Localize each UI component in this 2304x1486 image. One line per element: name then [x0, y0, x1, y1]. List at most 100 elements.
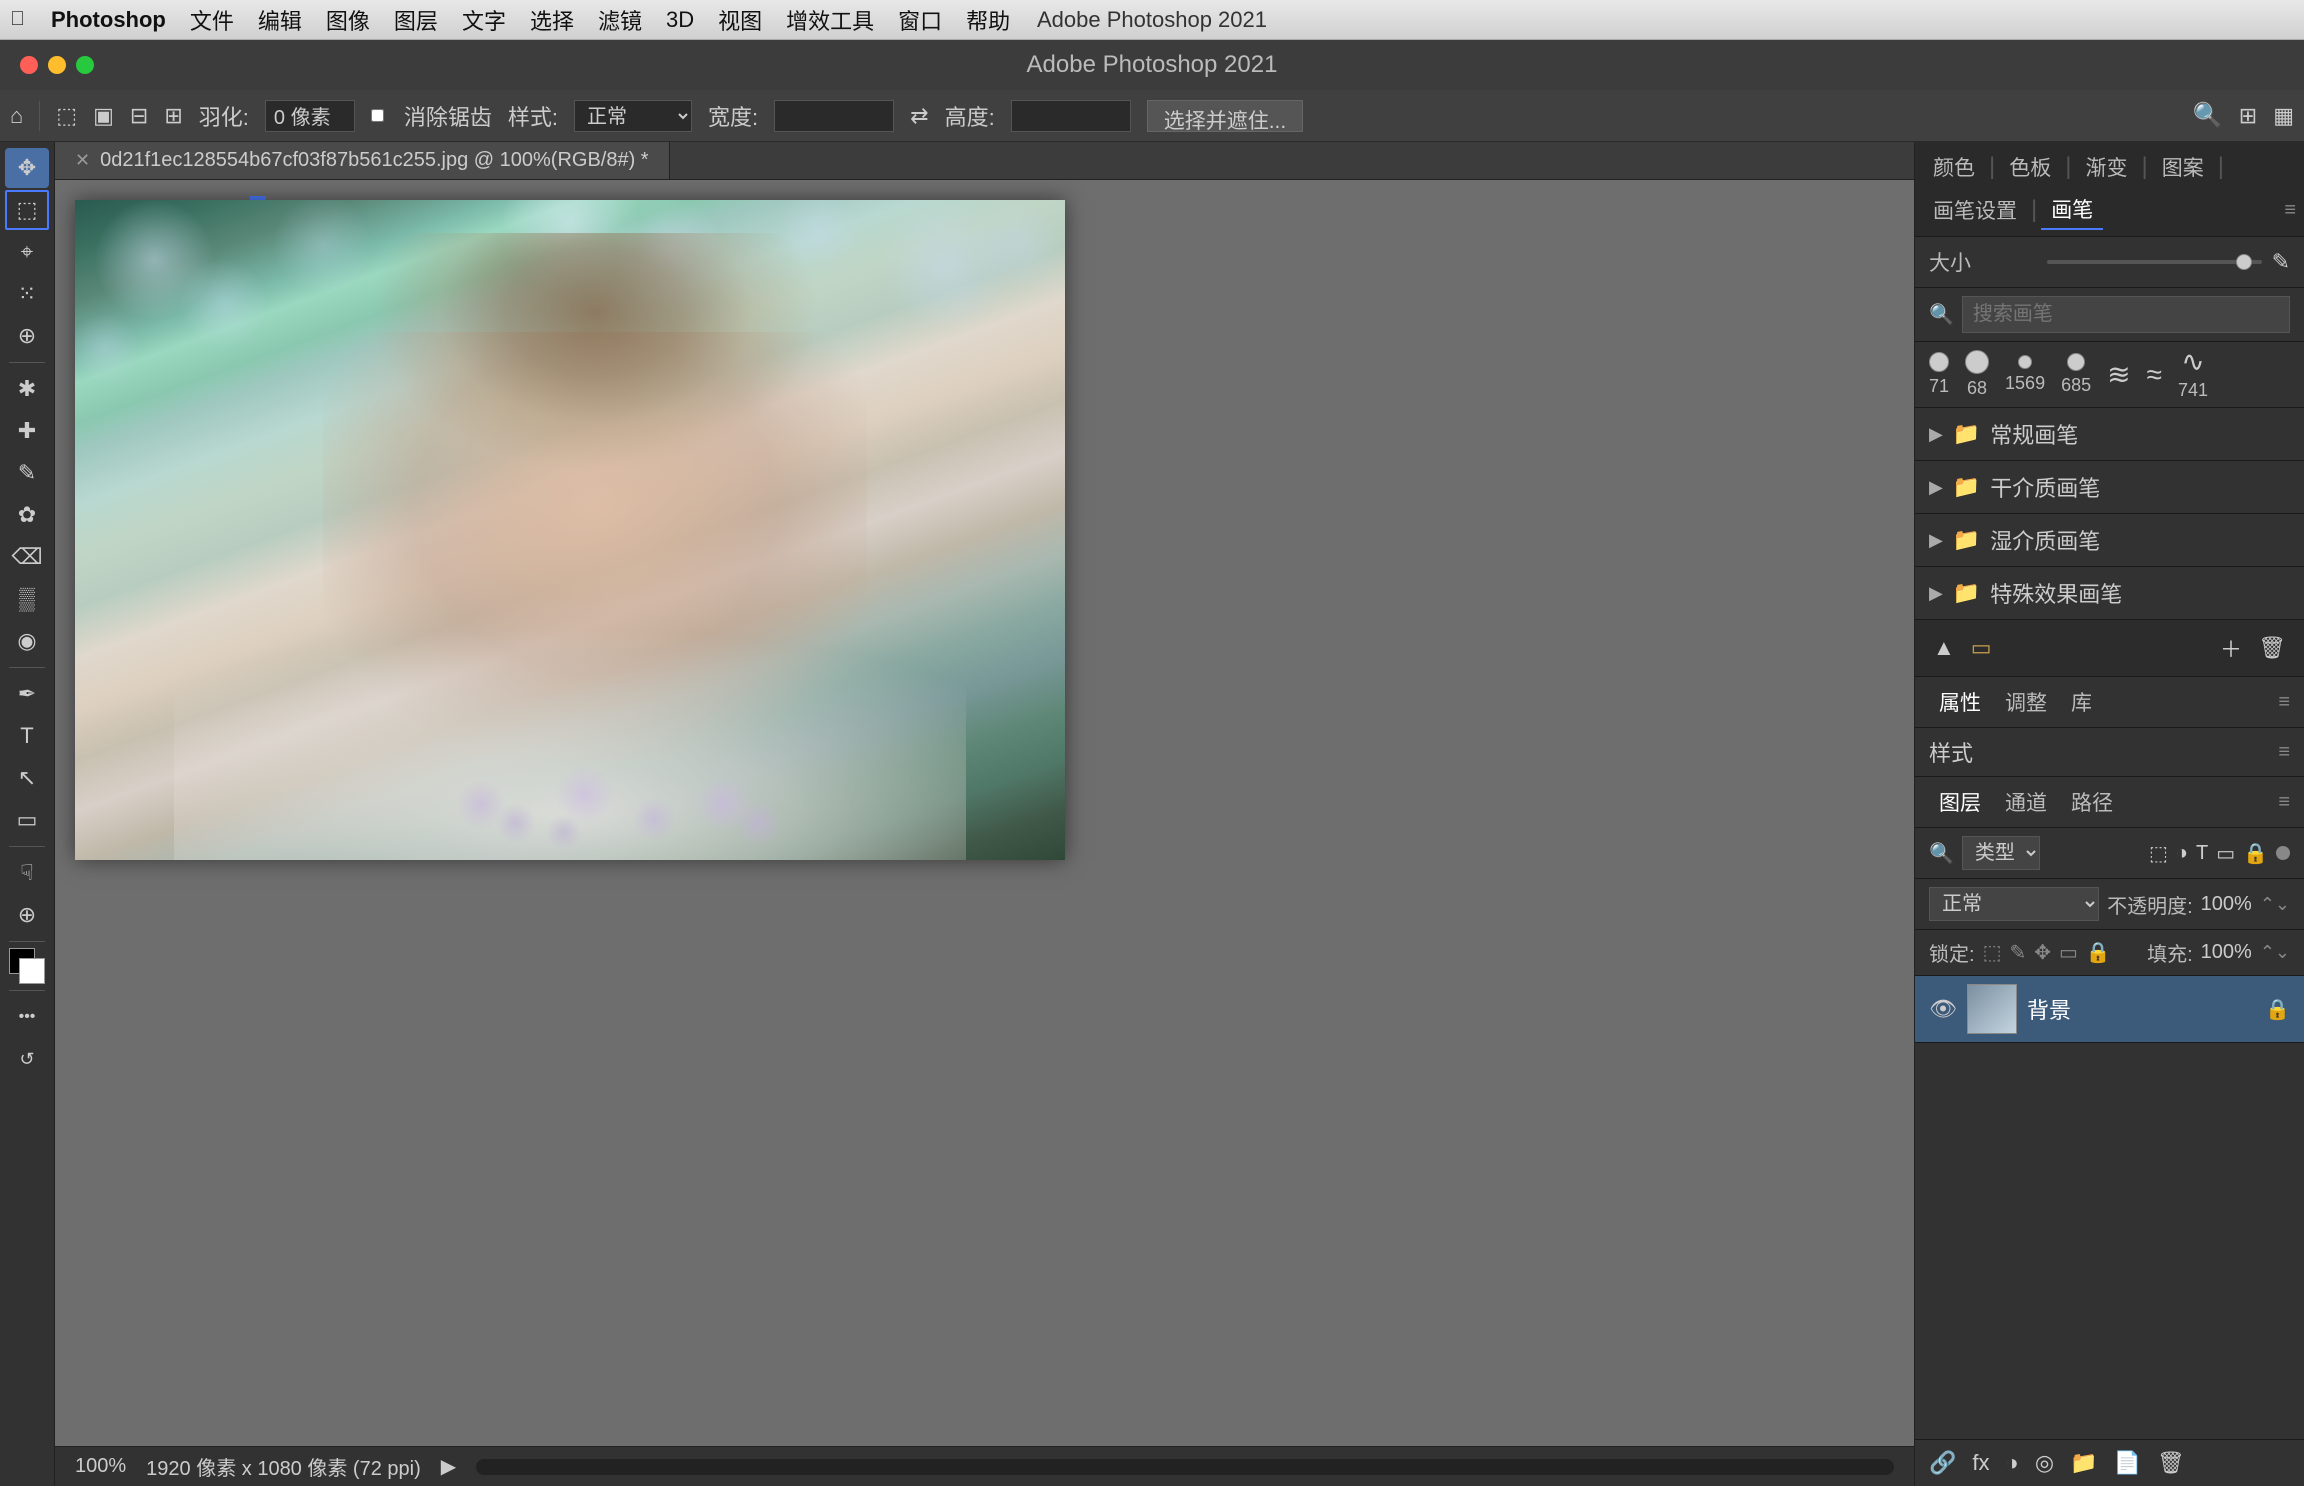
brush-cat-wet[interactable]: ▶ 📁 湿介质画笔 — [1915, 514, 2304, 567]
tool-dodge[interactable]: ◉ — [5, 621, 49, 661]
filter-pixel-icon[interactable]: ⬚ — [2149, 841, 2168, 866]
brush-size-thumb[interactable] — [2236, 254, 2252, 270]
lock-brush-icon[interactable]: ✎ — [2009, 940, 2026, 965]
filter-type-icon[interactable]: T — [2196, 842, 2208, 865]
tab-libraries[interactable]: 库 — [2061, 683, 2102, 721]
tool-heal[interactable]: ✚ — [5, 411, 49, 451]
new-group-icon[interactable]: 📁 — [2070, 1450, 2097, 1476]
tab-properties[interactable]: 属性 — [1929, 683, 1991, 721]
height-input[interactable] — [1011, 100, 1131, 132]
status-expand-icon[interactable]: ▶ — [441, 1454, 456, 1479]
menu-file[interactable]: 文件 — [178, 4, 246, 36]
tool-zoom[interactable]: ⊕ — [5, 895, 49, 935]
brush-edit-icon[interactable]: ✎ — [2272, 249, 2290, 275]
tab-gradients[interactable]: 渐变 — [2075, 148, 2137, 186]
tab-patterns[interactable]: 图案 — [2152, 148, 2214, 186]
brush-tool-triangle[interactable]: ▲ — [1929, 631, 1959, 665]
maximize-button[interactable] — [76, 56, 94, 74]
brush-preset-4[interactable]: 685 — [2061, 353, 2091, 396]
style-select[interactable]: 正常 固定比例 固定大小 — [574, 100, 692, 132]
adjustment-icon[interactable]: ◎ — [2035, 1450, 2054, 1476]
tool-extra[interactable]: ↺ — [5, 1039, 49, 1079]
background-color[interactable] — [19, 958, 45, 984]
tool-quick-select[interactable]: ⁙ — [5, 274, 49, 314]
tool-eyedropper[interactable]: ✱ — [5, 369, 49, 409]
filter-adjust-icon[interactable]: ◑ — [2176, 842, 2188, 865]
blend-mode-select[interactable]: 正常 溶解 正片叠底 — [1929, 887, 2099, 921]
brush-preset-3[interactable]: 1569 — [2005, 355, 2045, 394]
brush-preset-1[interactable]: 71 — [1929, 352, 1949, 397]
menu-3d[interactable]: 3D — [654, 7, 706, 33]
color-swatch[interactable] — [9, 948, 45, 984]
tool-pen[interactable]: ✒ — [5, 674, 49, 714]
layer-visibility-icon[interactable]: 👁 — [1929, 996, 1957, 1022]
feather-input[interactable] — [265, 100, 355, 132]
lock-move-icon[interactable]: ✥ — [2034, 940, 2051, 965]
filter-type-select[interactable]: 类型 — [1962, 836, 2040, 870]
tab-brush-settings[interactable]: 画笔设置 — [1923, 191, 2027, 229]
layers-menu-icon[interactable]: ≡ — [2278, 791, 2290, 814]
filter-smart-icon[interactable]: 🔒 — [2243, 841, 2268, 866]
style-menu-icon[interactable]: ≡ — [2278, 741, 2290, 764]
canvas-wrapper[interactable] — [55, 180, 1914, 1446]
menu-text[interactable]: 文字 — [450, 4, 518, 36]
menu-window[interactable]: 窗口 — [886, 4, 954, 36]
brush-preset-6[interactable]: ≈ — [2147, 361, 2162, 389]
lock-all-icon[interactable]: 🔒 — [2086, 940, 2111, 965]
close-button[interactable] — [20, 56, 38, 74]
brush-cat-special[interactable]: ▶ 📁 特殊效果画笔 — [1915, 567, 2304, 620]
lock-pixels-icon[interactable]: ⬚ — [1983, 940, 2002, 965]
tab-color[interactable]: 颜色 — [1923, 148, 1985, 186]
search-icon[interactable]: 🔍 — [2193, 101, 2223, 130]
tab-adjustments[interactable]: 调整 — [1995, 683, 2057, 721]
layer-background[interactable]: 👁 背景 🔒 — [1915, 976, 2304, 1043]
delete-layer-icon[interactable]: 🗑 — [2157, 1450, 2185, 1476]
tool-lasso[interactable]: ⌖ — [5, 232, 49, 272]
arrange-icon[interactable]: ▦ — [2273, 103, 2294, 129]
tool-hand[interactable]: ☟ — [5, 853, 49, 893]
antialias-checkbox[interactable] — [371, 109, 384, 122]
tab-channels[interactable]: 通道 — [1995, 783, 2057, 821]
menu-filter[interactable]: 滤镜 — [586, 4, 654, 36]
home-icon[interactable]: ⌂ — [10, 103, 23, 129]
filter-shape-icon[interactable]: ▭ — [2216, 841, 2235, 866]
new-layer-icon[interactable]: 📄 — [2113, 1450, 2140, 1476]
fill-stepper[interactable]: ⌃⌄ — [2260, 942, 2290, 963]
select-mask-button[interactable]: 选择并遮住... — [1147, 100, 1304, 132]
tool-move[interactable]: ✥ — [5, 148, 49, 188]
canvas-image[interactable] — [75, 200, 1065, 860]
menu-image[interactable]: 图像 — [314, 4, 382, 36]
select-rect-icon[interactable]: ⬚ — [56, 103, 77, 129]
brush-search-input[interactable] — [1962, 296, 2290, 333]
tool-type[interactable]: T — [5, 716, 49, 756]
document-tab[interactable]: ✕ 0d21f1ec128554b67cf03f87b561c255.jpg @… — [55, 142, 670, 179]
brush-tool-folder-icon[interactable]: ▭ — [1967, 631, 1996, 665]
panel-menu-icon[interactable]: ≡ — [2284, 199, 2296, 222]
tool-brush[interactable]: ✎ — [5, 453, 49, 493]
link-layers-icon[interactable]: 🔗 — [1929, 1450, 1956, 1476]
tool-shape[interactable]: ▭ — [5, 800, 49, 840]
brush-cat-dry[interactable]: ▶ 📁 干介质画笔 — [1915, 461, 2304, 514]
tool-path-select[interactable]: ↖ — [5, 758, 49, 798]
menu-photoshop[interactable]: Photoshop — [39, 7, 178, 33]
brush-preset-5[interactable]: ≋ — [2107, 361, 2130, 389]
tool-crop[interactable]: ⊕ — [5, 316, 49, 356]
lock-artboard-icon[interactable]: ▭ — [2059, 940, 2078, 965]
fx-icon[interactable]: fx — [1972, 1450, 1989, 1476]
menu-layer[interactable]: 图层 — [382, 4, 450, 36]
menu-help[interactable]: 帮助 — [954, 4, 1022, 36]
tool-eraser[interactable]: ⌫ — [5, 537, 49, 577]
menu-select[interactable]: 选择 — [518, 4, 586, 36]
opacity-stepper[interactable]: ⌃⌄ — [2260, 894, 2290, 915]
tab-brush[interactable]: 画笔 — [2041, 190, 2103, 230]
tool-more[interactable]: ••• — [5, 997, 49, 1037]
tab-swatches[interactable]: 色板 — [1999, 148, 2061, 186]
swap-icon[interactable]: ⇄ — [910, 103, 928, 129]
brush-size-slider[interactable] — [2047, 260, 2262, 264]
brush-preset-7[interactable]: ∿ 741 — [2178, 348, 2208, 401]
tool-rect-select[interactable]: ⬚ — [5, 190, 49, 230]
tab-layers[interactable]: 图层 — [1929, 783, 1991, 821]
menu-view[interactable]: 视图 — [706, 4, 774, 36]
minimize-button[interactable] — [48, 56, 66, 74]
tool-gradient[interactable]: ▒ — [5, 579, 49, 619]
